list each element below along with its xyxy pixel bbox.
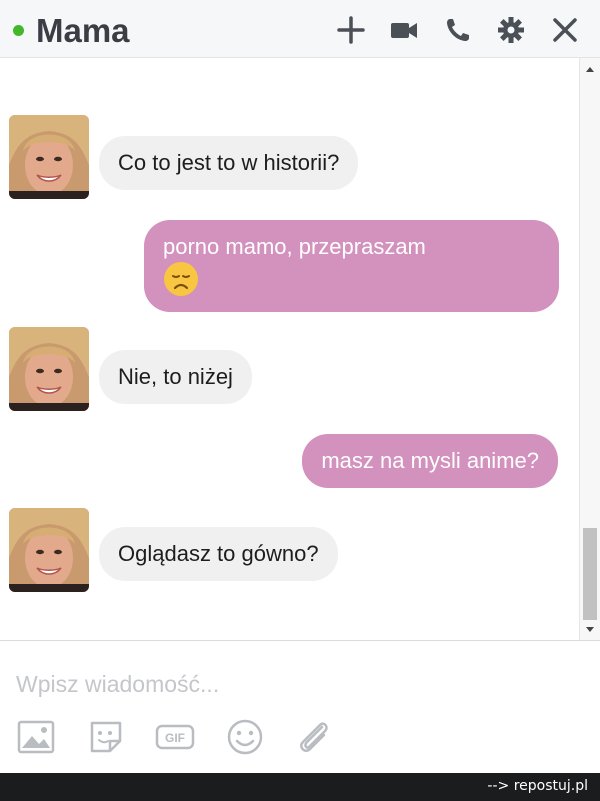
message-thread: Co to jest to w historii? porno mamo, pr… (0, 58, 600, 640)
disappointed-face-emoji (164, 262, 198, 296)
image-icon[interactable] (16, 717, 56, 757)
sticker-icon[interactable] (86, 717, 126, 757)
message-input[interactable] (14, 665, 578, 703)
gif-icon[interactable]: GIF (155, 717, 195, 757)
scroll-down-arrow-icon[interactable] (586, 627, 594, 632)
emoji-icon[interactable] (225, 717, 265, 757)
contact-avatar[interactable] (9, 508, 89, 592)
incoming-message: Co to jest to w historii? (99, 136, 359, 190)
video-call-icon[interactable] (390, 16, 418, 44)
contact-name[interactable]: Mama (36, 11, 130, 51)
attachment-icon[interactable] (294, 717, 334, 757)
online-status-dot (13, 25, 24, 36)
close-icon[interactable] (551, 16, 579, 44)
chat-header: Mama (0, 0, 600, 58)
outgoing-message: masz na mysli anime? (302, 434, 558, 488)
add-icon[interactable] (337, 16, 365, 44)
settings-icon[interactable] (497, 16, 525, 44)
gif-label: GIF (165, 731, 185, 745)
contact-avatar[interactable] (9, 327, 89, 411)
watermark-text: --> repostuj.pl (487, 778, 588, 794)
outgoing-message: porno mamo, przepraszam (144, 220, 559, 312)
contact-avatar[interactable] (9, 115, 89, 199)
scroll-up-arrow-icon[interactable] (586, 67, 594, 72)
phone-icon[interactable] (444, 16, 472, 44)
incoming-message: Oglądasz to gówno? (99, 527, 338, 581)
message-scrollbar[interactable] (579, 58, 600, 640)
incoming-message: Nie, to niżej (99, 350, 252, 404)
message-composer: GIF (0, 640, 600, 773)
watermark-bar: --> repostuj.pl (0, 773, 600, 801)
scroll-thumb[interactable] (583, 528, 597, 620)
outgoing-message-text: porno mamo, przepraszam (163, 234, 426, 259)
